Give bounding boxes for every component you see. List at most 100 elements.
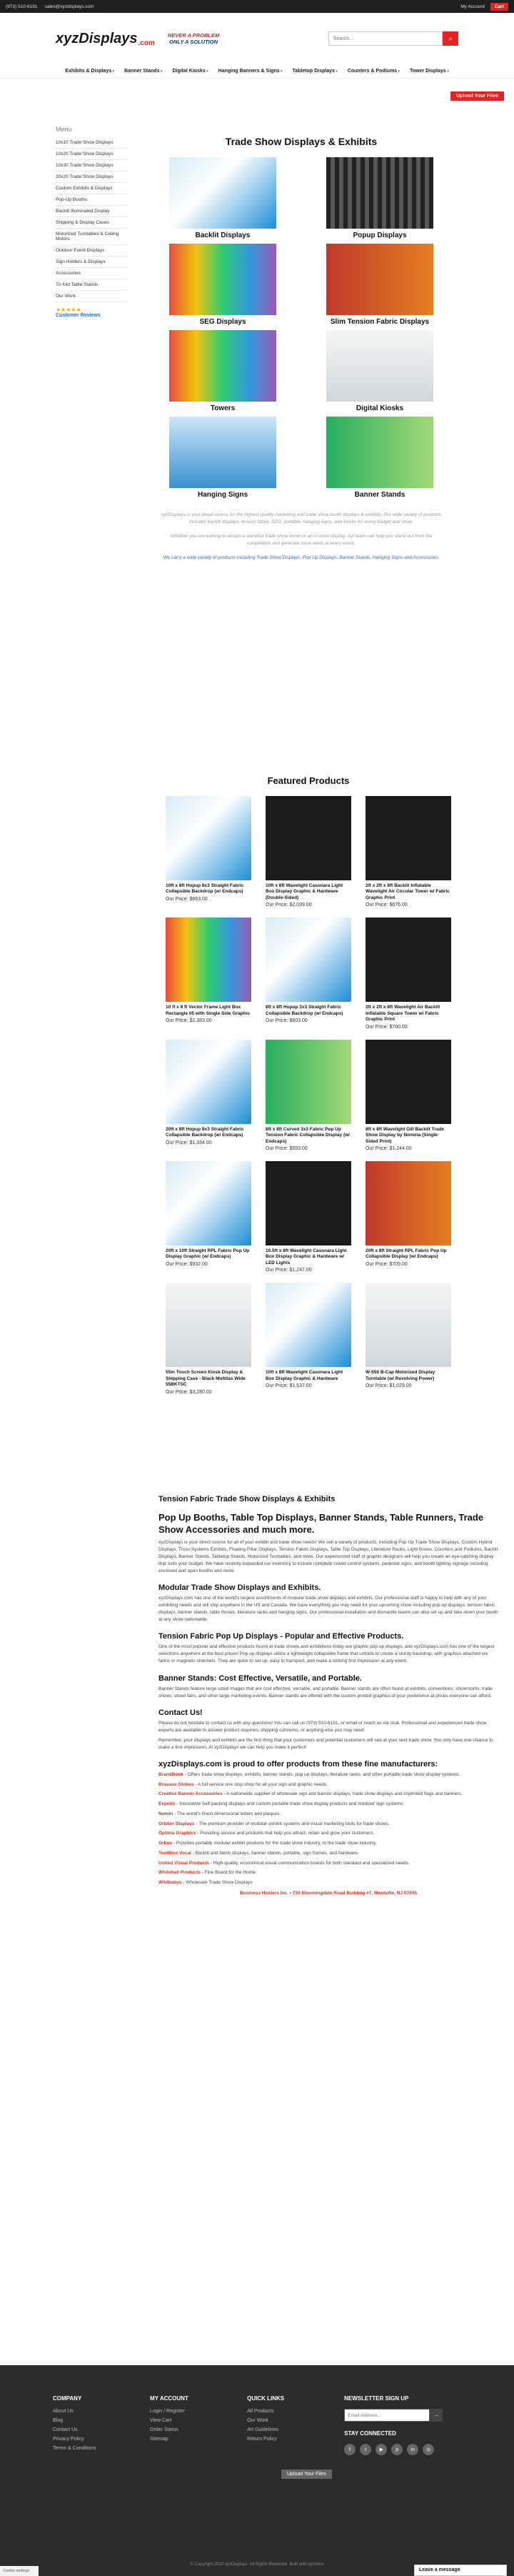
product-card[interactable]: 20ft x 10ft Straight RPL Fabric Pop Up D… [166, 1160, 251, 1273]
product-image[interactable] [166, 796, 251, 880]
product-card[interactable]: 8ft x 8ft Hopup 3x3 Straight Fabric Coll… [266, 917, 351, 1029]
sidebar-item[interactable]: Accessories [56, 268, 127, 279]
manufacturer-name[interactable]: Wildbabys [158, 1880, 181, 1885]
product-image[interactable] [366, 1160, 451, 1245]
customer-reviews-link[interactable]: Customer Reviews [56, 313, 127, 318]
facebook-icon[interactable]: f [344, 2444, 356, 2455]
product-card[interactable]: 55in Touch Screen Kiosk Display & Shippi… [166, 1283, 251, 1395]
newsletter-email-input[interactable] [344, 2409, 430, 2422]
product-image[interactable] [266, 1039, 351, 1124]
product-image[interactable] [166, 1283, 251, 1368]
nav-hanging-banners[interactable]: Hanging Banners & Signs [218, 69, 283, 74]
nav-digital-kiosks[interactable]: Digital Kiosks [172, 69, 208, 74]
product-card[interactable]: W-550 B-Cap Motorized Display Turntable … [366, 1283, 451, 1394]
sidebar-item[interactable]: 10x10 Trade Show Displays [56, 137, 127, 149]
product-image[interactable] [366, 1283, 451, 1368]
product-image[interactable] [366, 917, 451, 1003]
sidebar-item[interactable]: Outdoor Event Displays [56, 245, 127, 257]
phone-link[interactable]: (973) 510-6191 [6, 4, 37, 9]
manufacturer-name[interactable]: BrandBook [158, 1772, 183, 1777]
footer-link[interactable]: View Cart [150, 2418, 226, 2423]
product-card[interactable]: 20ft x 8ft Hopup 8x3 Straight Fabric Col… [166, 1039, 251, 1151]
search-button[interactable]: ⌕ [443, 31, 458, 46]
nav-exhibits[interactable]: Exhibits & Displays [65, 69, 114, 74]
footer-link[interactable]: Contact Us [53, 2427, 128, 2432]
sidebar-item[interactable]: Pop-Up Booths [56, 194, 127, 206]
footer-link[interactable]: Return Policy [247, 2437, 323, 2442]
product-card[interactable]: 10ft x 8ft Wavelight Casonara Light Box … [266, 1283, 351, 1394]
category-hanging[interactable]: Hanging Signs [158, 417, 287, 499]
product-image[interactable] [266, 1160, 351, 1245]
product-name[interactable]: 10.5ft x 8ft Wavelight Casonara Light Bo… [266, 1248, 351, 1266]
twitter-icon[interactable]: t [360, 2444, 372, 2455]
product-name[interactable]: 55in Touch Screen Kiosk Display & Shippi… [166, 1370, 251, 1388]
footer-link[interactable]: Art Guidelines [247, 2427, 323, 2432]
footer-link[interactable]: Order Status [150, 2427, 226, 2432]
footer-link[interactable]: Our Work [247, 2418, 323, 2423]
product-image[interactable] [266, 796, 351, 880]
product-name[interactable]: W-550 B-Cap Motorized Display Turntable … [366, 1370, 451, 1382]
product-image[interactable] [166, 1160, 251, 1245]
upload-files-button[interactable]: Upload Your Files [450, 91, 504, 101]
logo[interactable]: xyz Displays .com [56, 31, 155, 47]
instagram-icon[interactable]: ◎ [423, 2444, 435, 2455]
product-name[interactable]: 10ft x 8ft Hopup 8x3 Straight Fabric Col… [166, 883, 251, 895]
newsletter-submit-button[interactable]: → [430, 2409, 443, 2422]
footer-link[interactable]: About Us [53, 2409, 128, 2414]
manufacturer-name[interactable]: Nomin [158, 1811, 173, 1816]
youtube-icon[interactable]: ▶ [376, 2444, 388, 2455]
sidebar-item[interactable]: Backlit Illuminated Display [56, 206, 127, 217]
manufacturer-name[interactable]: United Visual Products [158, 1861, 209, 1866]
product-name[interactable]: 20ft x 8ft Hopup 8x3 Straight Fabric Col… [166, 1127, 251, 1139]
manufacturer-name[interactable]: Whitehall Products [158, 1870, 201, 1875]
footer-link[interactable]: Login / Register [150, 2409, 226, 2414]
product-card[interactable]: 20ft x 8ft Straight RPL Fabric Pop Up Co… [366, 1160, 451, 1273]
nav-towers[interactable]: Tower Displays [410, 69, 449, 74]
product-image[interactable] [366, 1039, 451, 1124]
product-card[interactable]: 8ft x 8ft Wavelight Gill Backlit Trade S… [366, 1039, 451, 1151]
product-name[interactable]: 2ft x 2ft x 8ft Wavelight Air Backlit In… [366, 1005, 451, 1023]
cart-button[interactable]: Cart [490, 2, 508, 11]
manufacturer-name[interactable]: Bravaux Globes [158, 1782, 194, 1787]
category-backlit[interactable]: Backlit Displays [158, 157, 287, 239]
sidebar-item[interactable]: Tri-fold Table Stands [56, 279, 127, 291]
sidebar-item[interactable]: Sign Holders & Displays [56, 257, 127, 268]
product-name[interactable]: 20ft x 10ft Straight RPL Fabric Pop Up D… [166, 1248, 251, 1260]
product-name[interactable]: 10ft x 8ft Wavelight Casonara Light Box … [266, 1370, 351, 1382]
manufacturer-name[interactable]: Orbitor Displays [158, 1821, 195, 1826]
nav-counters[interactable]: Counters & Podiums [348, 69, 400, 74]
product-card[interactable]: 10 ft x 8 ft Vector Frame Light Box Rect… [166, 917, 251, 1029]
product-name[interactable]: 20ft x 8ft Straight RPL Fabric Pop Up Co… [366, 1248, 451, 1260]
pinterest-icon[interactable]: p [391, 2444, 403, 2455]
sidebar-item[interactable]: 10x20 Trade Show Displays [56, 149, 127, 160]
product-image[interactable] [366, 796, 451, 880]
product-card[interactable]: 8ft x 8ft Curved 3x3 Fabric Pop Up Tensi… [266, 1039, 351, 1151]
product-image[interactable] [266, 917, 351, 1003]
category-seg[interactable]: SEG Displays [158, 244, 287, 326]
sidebar-item[interactable]: Shipping & Display Cases [56, 217, 127, 229]
product-card[interactable]: 2ft x 2ft x 8ft Backlit Inflatable Wavel… [366, 796, 451, 907]
nav-tabletop[interactable]: Tabletop Displays [293, 69, 338, 74]
product-card[interactable]: 2ft x 2ft x 8ft Wavelight Air Backlit In… [366, 917, 451, 1030]
email-link[interactable]: sales@xyzdisplays.com [44, 4, 94, 9]
product-card[interactable]: 10ft x 8ft Hopup 8x3 Straight Fabric Col… [166, 796, 251, 907]
nav-banner-stands[interactable]: Banner Stands [124, 69, 162, 74]
product-name[interactable]: 8ft x 8ft Curved 3x3 Fabric Pop Up Tensi… [266, 1127, 351, 1145]
product-image[interactable] [166, 917, 251, 1003]
footer-upload-button[interactable]: Upload Your Files [281, 2470, 332, 2479]
sidebar-item[interactable]: 10x30 Trade Show Displays [56, 160, 127, 171]
product-card[interactable]: 10.5ft x 8ft Wavelight Casonara Light Bo… [266, 1160, 351, 1273]
product-name[interactable]: 8ft x 8ft Wavelight Gill Backlit Trade S… [366, 1127, 451, 1145]
product-name[interactable]: 8ft x 8ft Hopup 3x3 Straight Fabric Coll… [266, 1005, 351, 1017]
footer-link[interactable]: Blog [53, 2418, 128, 2423]
manufacturer-name[interactable]: Orbus [158, 1841, 172, 1846]
manufacturer-name[interactable]: Optima Graphics [158, 1831, 196, 1836]
footer-link[interactable]: All Products [247, 2409, 323, 2414]
cookie-settings-link[interactable]: Cookie settings [0, 2566, 39, 2576]
footer-link[interactable]: Terms & Conditions [53, 2446, 128, 2451]
manufacturer-name[interactable]: Expolin [158, 1801, 175, 1806]
sidebar-item[interactable]: 20x20 Trade Show Displays [56, 171, 127, 183]
footer-link[interactable]: Privacy Policy [53, 2437, 128, 2442]
chat-widget[interactable]: Leave a message [414, 2565, 507, 2576]
search-input[interactable] [328, 31, 443, 46]
